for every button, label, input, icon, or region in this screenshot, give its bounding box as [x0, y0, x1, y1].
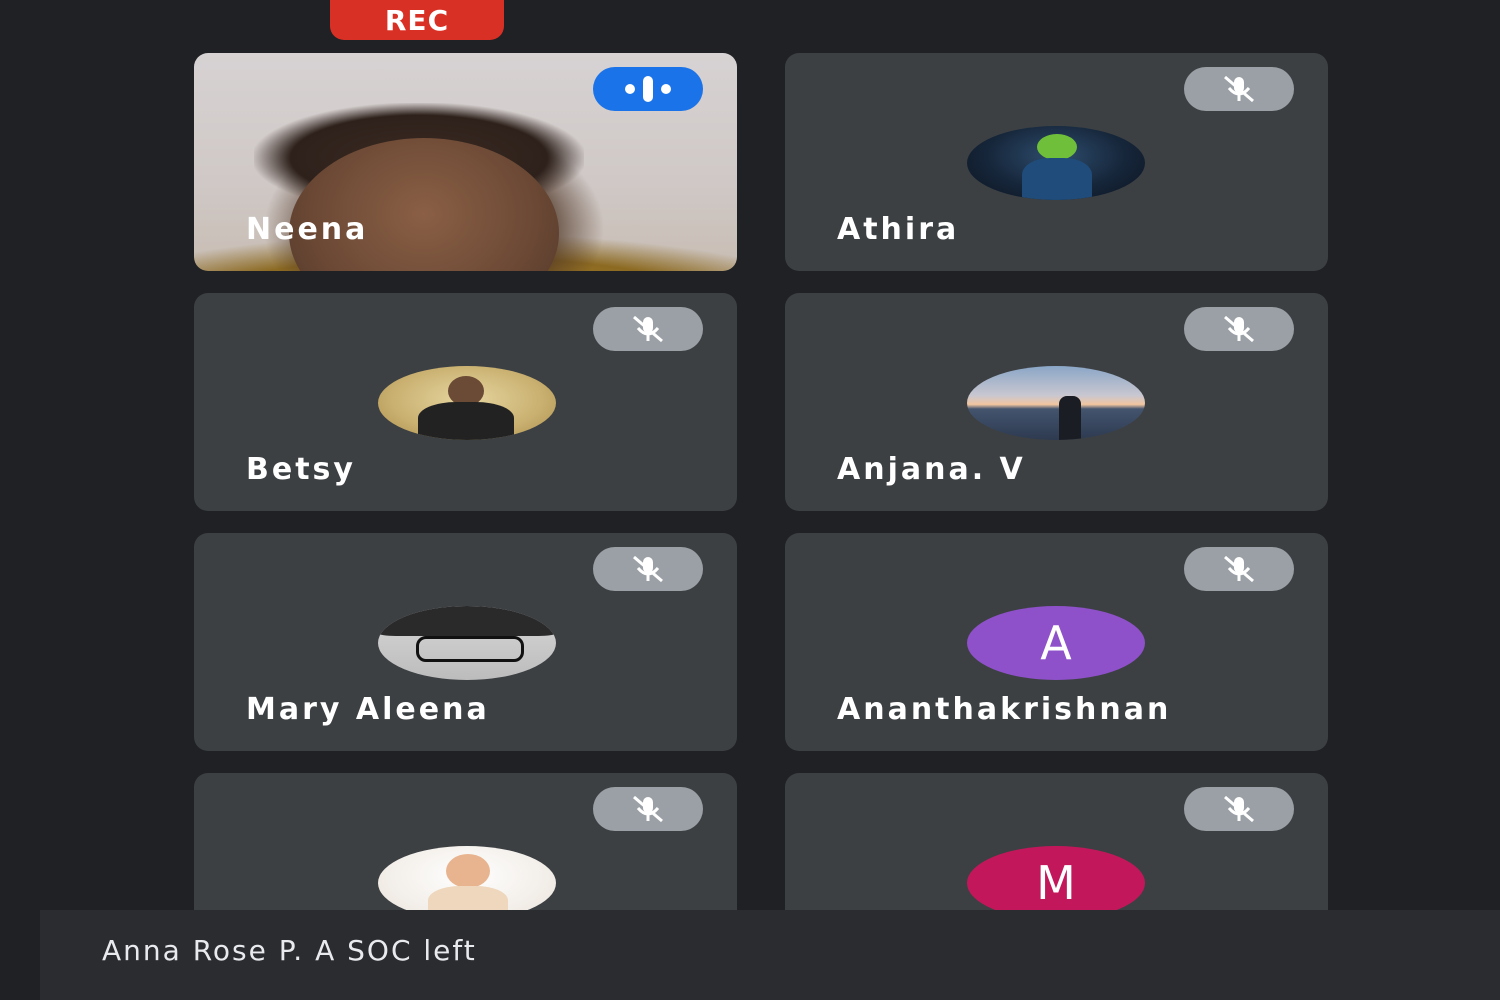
recording-badge: REC: [330, 0, 504, 40]
avatar: [378, 846, 556, 913]
notification-toast: Anna Rose P. A SOC left: [40, 910, 1500, 1000]
avatar: [378, 606, 556, 680]
mic-off-icon: [593, 307, 703, 351]
avatar: [378, 366, 556, 440]
avatar: [967, 366, 1145, 440]
mic-off-icon: [1184, 787, 1294, 831]
avatar: [967, 126, 1145, 200]
audio-level-icon: [593, 67, 703, 111]
participant-name: Betsy: [246, 452, 356, 487]
participant-name: Anjana. V: [837, 452, 1026, 487]
participant-tile-7[interactable]: [194, 773, 737, 913]
participant-tile-anjana[interactable]: Anjana. V: [785, 293, 1328, 511]
notification-text: Anna Rose P. A SOC left: [102, 934, 477, 967]
participant-tile-ananthakrishnan[interactable]: A Ananthakrishnan: [785, 533, 1328, 751]
mic-off-icon: [1184, 307, 1294, 351]
mic-off-icon: [1184, 547, 1294, 591]
mic-off-icon: [593, 547, 703, 591]
participant-name: Athira: [837, 212, 960, 247]
participant-name: Neena: [246, 212, 369, 247]
participant-tile-8[interactable]: M: [785, 773, 1328, 913]
participant-name: Ananthakrishnan: [837, 692, 1172, 727]
participant-tile-betsy[interactable]: Betsy: [194, 293, 737, 511]
avatar-letter: A: [967, 606, 1145, 680]
participant-tile-athira[interactable]: Athira: [785, 53, 1328, 271]
avatar-letter: M: [967, 846, 1145, 913]
participant-tile-neena[interactable]: Neena: [194, 53, 737, 271]
meeting-stage: REC Neena Athira Betsy Anjana. V Mary Al…: [0, 0, 1500, 1000]
participant-name: Mary Aleena: [246, 692, 490, 727]
mic-off-icon: [593, 787, 703, 831]
participant-tile-mary-aleena[interactable]: Mary Aleena: [194, 533, 737, 751]
mic-off-icon: [1184, 67, 1294, 111]
